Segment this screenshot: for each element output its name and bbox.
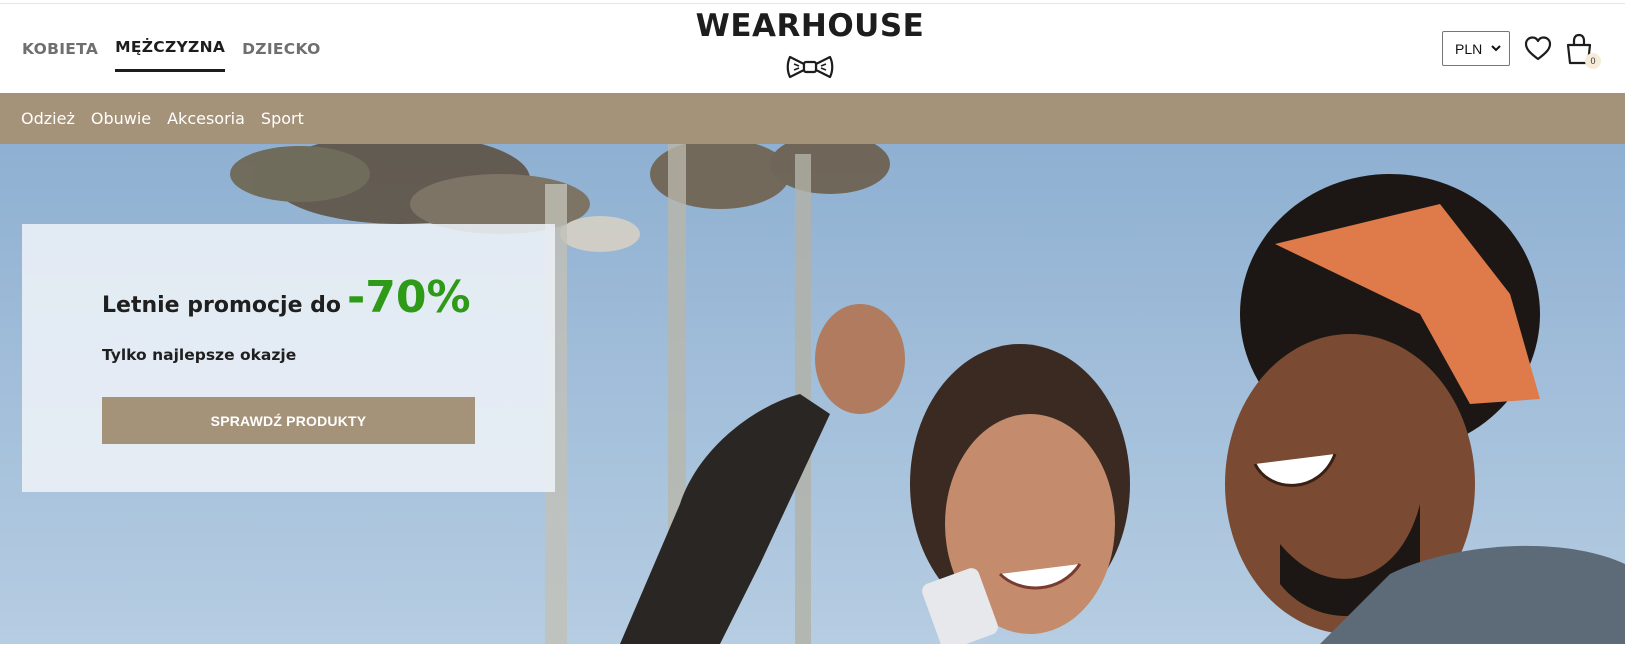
hero-banner: Letnie promocje do -70% Tylko najlepsze o…	[0, 144, 1625, 644]
heart-icon[interactable]	[1524, 35, 1552, 63]
cart-count-badge: 0	[1585, 52, 1601, 69]
promo-card: Letnie promocje do -70% Tylko najlepsze o…	[22, 224, 555, 492]
category-bar: Odzież Obuwie Akcesoria Sport	[0, 93, 1625, 144]
tab-dziecko[interactable]: DZIECKO	[242, 4, 320, 58]
tab-mezczyzna-label: MĘŻCZYZNA	[115, 38, 226, 56]
page-bottom-strip	[0, 644, 1625, 654]
category-odziez[interactable]: Odzież	[21, 109, 75, 128]
chevron-down-icon	[1491, 45, 1501, 52]
site-logo[interactable]: WEARHOUSE	[690, 6, 930, 81]
currency-select[interactable]: PLN	[1442, 31, 1510, 66]
currency-value: PLN	[1455, 40, 1483, 57]
tab-kobieta[interactable]: KOBIETA	[22, 4, 98, 58]
site-header: KOBIETA MĘŻCZYZNA DZIECKO WEARHOUSE PLN	[0, 4, 1625, 93]
header-tools: PLN 0	[1442, 31, 1601, 69]
gender-nav: KOBIETA MĘŻCZYZNA DZIECKO	[22, 4, 338, 93]
category-sport[interactable]: Sport	[261, 109, 304, 128]
promo-heading-text: Letnie promocje do	[102, 293, 342, 318]
category-akcesoria[interactable]: Akcesoria	[167, 109, 245, 128]
promo-heading: Letnie promocje do -70%	[102, 272, 471, 323]
promo-subheading: Tylko najlepsze okazje	[102, 346, 297, 364]
check-products-button[interactable]: SPRAWDŹ PRODUKTY	[102, 397, 475, 444]
active-tab-underline	[115, 69, 226, 72]
cart-button[interactable]: 0	[1564, 33, 1601, 69]
bowtie-icon	[786, 55, 834, 79]
promo-discount: -70%	[347, 272, 471, 323]
tab-mezczyzna[interactable]: MĘŻCZYZNA	[115, 4, 226, 72]
logo-text: WEARHOUSE	[695, 8, 925, 44]
category-obuwie[interactable]: Obuwie	[91, 109, 151, 128]
